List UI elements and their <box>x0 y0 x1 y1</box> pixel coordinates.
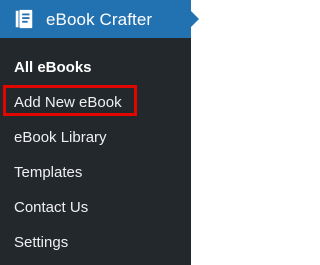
active-menu-pointer <box>191 11 199 27</box>
admin-menu-region: eBook Crafter All eBooks Add New eBook e… <box>0 0 200 265</box>
submenu-list: All eBooks Add New eBook eBook Library T… <box>0 50 191 260</box>
submenu-item-settings[interactable]: Settings <box>0 225 191 260</box>
submenu-item-label: Contact Us <box>14 199 89 216</box>
submenu-item-contact-us[interactable]: Contact Us <box>0 190 191 225</box>
admin-submenu-panel: eBook Crafter All eBooks Add New eBook e… <box>0 0 191 265</box>
submenu-item-ebook-library[interactable]: eBook Library <box>0 120 191 155</box>
submenu-item-add-new-ebook[interactable]: Add New eBook <box>0 85 191 120</box>
submenu-item-label: Settings <box>14 234 69 251</box>
submenu-item-all-ebooks[interactable]: All eBooks <box>0 50 191 85</box>
submenu-item-label: eBook Library <box>14 129 107 146</box>
book-document-icon <box>12 7 36 31</box>
submenu-item-label: Add New eBook <box>14 94 122 111</box>
menu-header-ebook-crafter[interactable]: eBook Crafter <box>0 0 191 38</box>
submenu-item-templates[interactable]: Templates <box>0 155 191 190</box>
submenu-item-label: Templates <box>14 164 83 181</box>
menu-header-title: eBook Crafter <box>46 9 153 29</box>
submenu-item-label: All eBooks <box>14 59 92 76</box>
